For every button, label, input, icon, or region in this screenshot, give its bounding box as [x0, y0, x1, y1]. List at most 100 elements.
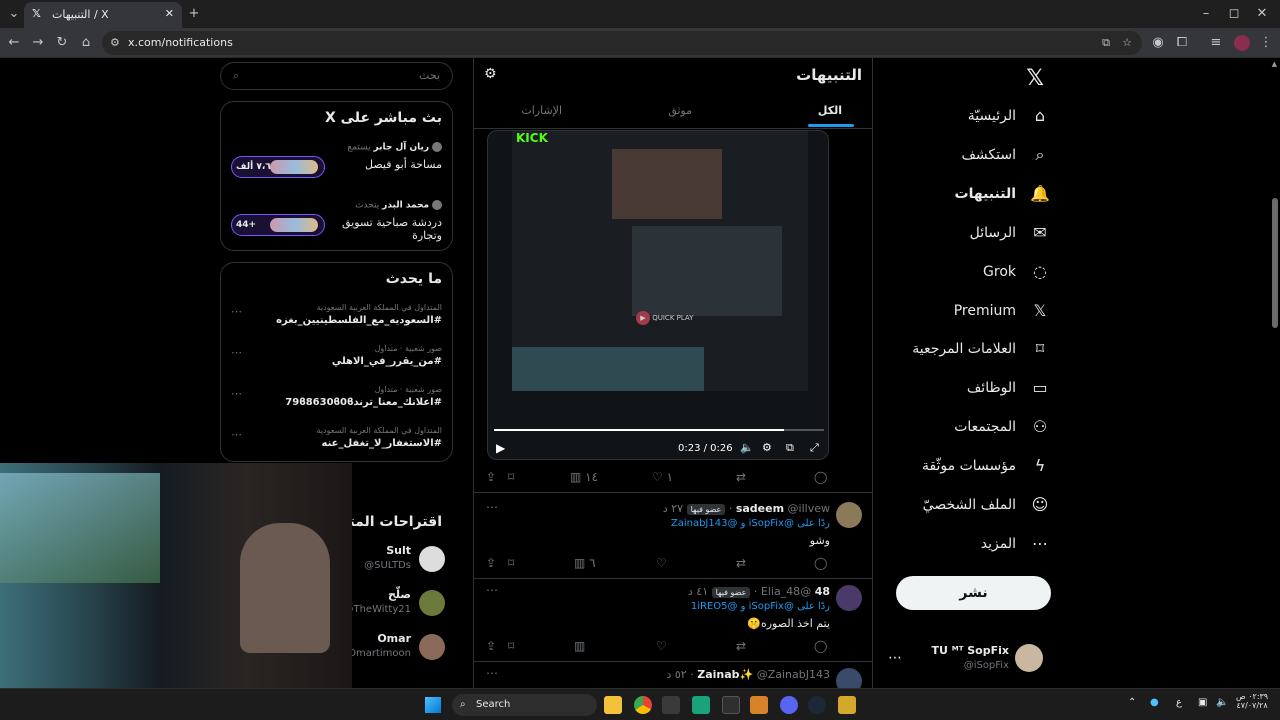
back-icon[interactable]: ← — [6, 35, 22, 51]
tweet-handle[interactable]: @Elia_48 — [761, 585, 811, 598]
tweet[interactable]: 48 @Elia_48 · عضو فيها ٤١ د ⋯ ردًا على @… — [474, 581, 872, 663]
search-box[interactable]: ⌕ بحث — [220, 62, 453, 90]
bookmark-icon[interactable]: ⌑ — [508, 639, 514, 653]
nav-item-4[interactable]: ◌ Grok — [983, 256, 1050, 288]
reply-icon[interactable]: ◯ — [814, 470, 827, 484]
like-icon[interactable]: ♡ — [656, 556, 667, 570]
trend-item[interactable]: صور شعبية · متداول #من_يقرر_في_الاهلي ⋯ — [221, 344, 452, 384]
site-info-icon[interactable]: ⚙ — [110, 31, 120, 55]
trend-more-icon[interactable]: ⋯ — [231, 428, 242, 441]
retweet-icon[interactable]: ⇄ — [736, 639, 746, 653]
url-input[interactable]: ⚙ x.com/notifications ⧉ ☆ — [102, 31, 1142, 55]
page-scrollbar[interactable] — [1272, 198, 1278, 328]
nav-item-5[interactable]: 𝕏 Premium — [954, 295, 1050, 327]
views-count[interactable]: ▥ — [574, 639, 585, 653]
views-count[interactable]: ▥ ٦ — [574, 556, 596, 570]
play-icon[interactable]: ▶ — [496, 441, 505, 455]
tray-volume-icon[interactable]: 🔈 — [1216, 697, 1228, 708]
app-icon-orange[interactable] — [750, 696, 768, 714]
tray-chevron-icon[interactable]: ⌃ — [1128, 697, 1136, 708]
reply-icon[interactable]: ◯ — [814, 639, 827, 653]
trend-item[interactable]: المتداول في المملكة العربية السعودية #ال… — [221, 303, 452, 343]
home-browser-icon[interactable]: ⌂ — [78, 35, 94, 51]
bookmark-icon[interactable]: ⌑ — [508, 470, 514, 484]
trend-more-icon[interactable]: ⋯ — [231, 387, 242, 400]
nav-item-6[interactable]: ⌑ العلامات المرجعية — [912, 333, 1050, 365]
nav-item-11[interactable]: ⋯ المزيد — [981, 528, 1050, 560]
tray-lang[interactable]: ع — [1176, 697, 1182, 708]
x-logo-icon[interactable]: 𝕏 — [1026, 66, 1044, 91]
media-icon[interactable]: ≡ — [1208, 35, 1224, 51]
tweet-author[interactable]: 48 — [815, 585, 830, 598]
like-count[interactable]: ♡ ١ — [652, 470, 673, 484]
chrome-icon[interactable] — [634, 696, 652, 714]
popout-icon[interactable]: ⧉ — [786, 441, 794, 455]
trend-item[interactable]: صور شعبية · متداول #اعلانك_معنا_ترند79ϐ8… — [221, 385, 452, 425]
views-count[interactable]: ▥ ١٤ — [570, 470, 598, 484]
bookmark-star-icon[interactable]: ☆ — [1122, 31, 1132, 55]
scroll-up-icon[interactable]: ▲ — [1272, 60, 1277, 68]
retweet-icon[interactable]: ⇄ — [736, 556, 746, 570]
reply-icon[interactable]: ◯ — [814, 556, 827, 570]
share-icon[interactable]: ⇪ — [486, 556, 496, 570]
trend-more-icon[interactable]: ⋯ — [231, 305, 242, 318]
video-progress[interactable] — [494, 429, 824, 431]
nav-item-10[interactable]: ☺ الملف الشخصيّ — [923, 489, 1050, 521]
nav-item-2[interactable]: 🔔 التنبيهات — [955, 178, 1050, 210]
puzzle-icon[interactable]: ⧠ — [1174, 35, 1190, 51]
steam-icon[interactable] — [808, 696, 826, 714]
install-icon[interactable]: ⧉ — [1102, 31, 1110, 55]
new-tab-icon[interactable]: + — [186, 6, 202, 22]
search-input[interactable]: بحث — [419, 69, 440, 82]
volume-icon[interactable]: 🔈 — [740, 441, 754, 454]
tweet-more-icon[interactable]: ⋯ — [486, 500, 498, 514]
tweet-more-icon[interactable]: ⋯ — [486, 583, 498, 597]
video-player[interactable]: KICK ▶ QUICK PLAY ▶ 0:23 / 0:26 🔈 ⚙ ⧉ ⤢ — [487, 130, 829, 460]
like-icon[interactable]: ♡ — [656, 639, 667, 653]
tray-network-icon[interactable]: ▣ — [1198, 697, 1207, 708]
tweet-author[interactable]: Zainab✨ — [697, 668, 753, 681]
bookmark-icon[interactable]: ⌑ — [508, 556, 514, 570]
tweet-handle[interactable]: @illvew — [788, 502, 830, 515]
share-icon[interactable]: ⇪ — [486, 639, 496, 653]
tab-search-icon[interactable]: ⌄ — [6, 6, 22, 22]
forward-icon[interactable]: → — [30, 35, 46, 51]
app-icon-excel[interactable] — [722, 696, 740, 714]
space-listeners-pill[interactable]: 44+ — [231, 214, 325, 236]
browser-tab[interactable]: 𝕏 X / التنبيهات ✕ — [24, 2, 182, 28]
retweet-icon[interactable]: ⇄ — [736, 470, 746, 484]
tweet-handle[interactable]: @ZainabJ143 — [757, 668, 830, 681]
windows-start-icon[interactable] — [425, 697, 441, 713]
space-item[interactable]: ريان آل جابر يستمع مساحة أبو فيصل ٧،٦ أل… — [221, 142, 452, 196]
nav-item-1[interactable]: ⌕ استكشف — [961, 139, 1050, 171]
post-button[interactable]: نشر — [896, 576, 1051, 610]
share-icon[interactable]: ⇪ — [486, 470, 496, 484]
nav-item-9[interactable]: ϟ مؤسسات موثّقة — [922, 450, 1050, 482]
taskbar-search[interactable]: ⌕ Search — [452, 694, 597, 716]
profile-avatar-icon[interactable] — [1234, 35, 1250, 51]
minimize-icon[interactable]: – — [1198, 6, 1214, 22]
tweet[interactable]: sadeem @illvew · عضو فيها ٢٧ د ⋯ ردًا عل… — [474, 498, 872, 580]
file-explorer-icon[interactable] — [604, 696, 622, 714]
tweet-more-icon[interactable]: ⋯ — [486, 666, 498, 680]
reload-icon[interactable]: ↻ — [54, 35, 70, 51]
fullscreen-icon[interactable]: ⤢ — [810, 441, 819, 455]
tab-all[interactable]: الكل — [807, 104, 854, 127]
tab-close-icon[interactable]: ✕ — [165, 7, 174, 20]
tray-mic-icon[interactable]: ● — [1150, 697, 1159, 708]
nav-item-3[interactable]: ✉ الرسائل — [970, 217, 1050, 249]
trend-more-icon[interactable]: ⋯ — [231, 346, 242, 359]
nav-item-7[interactable]: ▭ الوظائف — [967, 372, 1050, 404]
space-item[interactable]: محمد البدر يتحدث دردشة صباحية تسويق وتجا… — [221, 200, 452, 254]
account-more-icon[interactable]: ⋯ — [888, 650, 902, 666]
discord-icon[interactable] — [780, 696, 798, 714]
app-icon-green[interactable] — [692, 696, 710, 714]
app-icon-yellow[interactable] — [838, 696, 856, 714]
tweet[interactable]: Zainab✨ @ZainabJ143 · ٥٢ د ⋯ — [474, 664, 872, 688]
space-listeners-pill[interactable]: ٧،٦ ألف+ — [231, 156, 325, 178]
tab-verified[interactable]: موثق — [668, 104, 692, 117]
menu-kebab-icon[interactable]: ⋮ — [1258, 35, 1274, 51]
maximize-icon[interactable]: ◻ — [1226, 6, 1242, 22]
tab-mentions[interactable]: الإشارات — [521, 104, 562, 117]
close-window-icon[interactable]: ✕ — [1254, 6, 1270, 22]
